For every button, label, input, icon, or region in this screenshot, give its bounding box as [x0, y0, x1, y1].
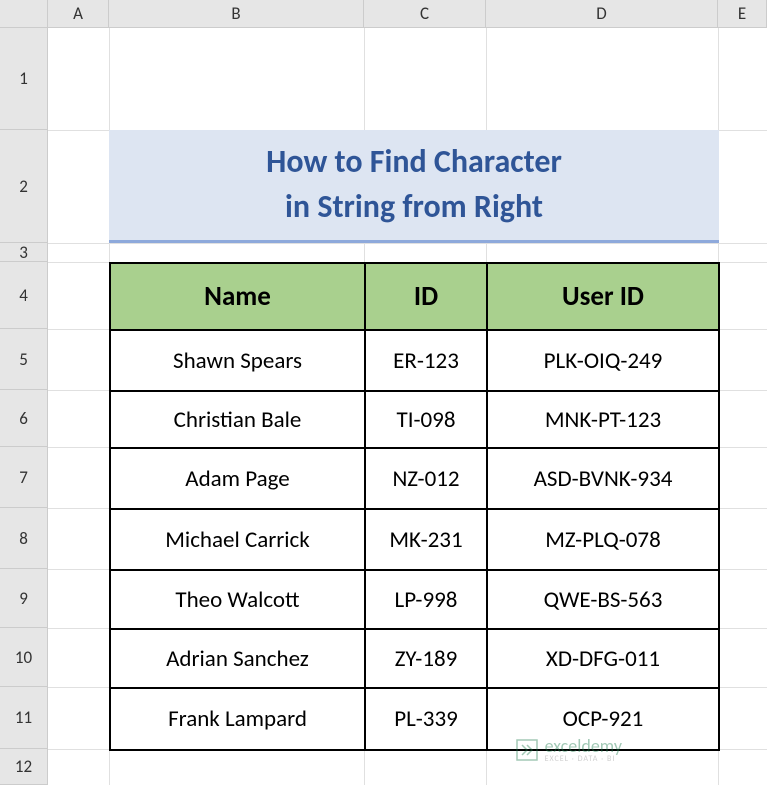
exceldemy-logo-icon: [515, 738, 539, 762]
table-row: Frank Lampard PL-339 OCP-921: [110, 688, 719, 750]
cell-id[interactable]: ER-123: [365, 330, 487, 391]
table-row: Adrian Sanchez ZY-189 XD-DFG-011: [110, 629, 719, 688]
cell-userid[interactable]: XD-DFG-011: [487, 629, 719, 688]
header-id[interactable]: ID: [365, 263, 487, 330]
title-line1: How to Find Character: [266, 142, 562, 181]
cell-id[interactable]: NZ-012: [365, 448, 487, 509]
row-header-9[interactable]: 9: [0, 569, 48, 628]
cell-id[interactable]: MK-231: [365, 509, 487, 570]
row-header-1[interactable]: 1: [0, 28, 48, 130]
table-row: Theo Walcott LP-998 QWE-BS-563: [110, 570, 719, 629]
row-header-10[interactable]: 10: [0, 628, 48, 687]
row-headers-column: 1 2 3 4 5 6 7 8 9 10 11 12: [0, 28, 48, 785]
title-cell[interactable]: How to Find Character in String from Rig…: [109, 130, 719, 243]
watermark-subtitle: EXCEL · DATA · BI: [545, 755, 622, 763]
row-header-4[interactable]: 4: [0, 262, 48, 329]
row-header-2[interactable]: 2: [0, 130, 48, 243]
data-table: Name ID User ID Shawn Spears ER-123 PLK-…: [109, 262, 720, 751]
column-header-D[interactable]: D: [486, 0, 718, 28]
header-userid[interactable]: User ID: [487, 263, 719, 330]
cell-id[interactable]: TI-098: [365, 391, 487, 448]
select-all-corner[interactable]: [0, 0, 48, 28]
cell-userid[interactable]: QWE-BS-563: [487, 570, 719, 629]
cell-userid[interactable]: ASD-BVNK-934: [487, 448, 719, 509]
watermark: exceldemy EXCEL · DATA · BI: [515, 737, 622, 763]
column-headers-row: A B C D E: [0, 0, 767, 28]
cell-id[interactable]: ZY-189: [365, 629, 487, 688]
column-header-E[interactable]: E: [718, 0, 767, 28]
row-header-12[interactable]: 12: [0, 749, 48, 785]
cell-userid[interactable]: PLK-OIQ-249: [487, 330, 719, 391]
spreadsheet-grid: A B C D E 1 2 3 4 5 6 7 8 9 10 11 12: [0, 0, 767, 785]
table-row: Michael Carrick MK-231 MZ-PLQ-078: [110, 509, 719, 570]
row-header-5[interactable]: 5: [0, 329, 48, 390]
table-row: Christian Bale TI-098 MNK-PT-123: [110, 391, 719, 448]
page-title: How to Find Character in String from Rig…: [266, 140, 562, 230]
row-header-3[interactable]: 3: [0, 243, 48, 262]
title-line2: in String from Right: [285, 187, 543, 226]
cell-name[interactable]: Frank Lampard: [110, 688, 365, 750]
cell-name[interactable]: Adam Page: [110, 448, 365, 509]
table-row: Shawn Spears ER-123 PLK-OIQ-249: [110, 330, 719, 391]
cell-userid[interactable]: MNK-PT-123: [487, 391, 719, 448]
table-header-row: Name ID User ID: [110, 263, 719, 330]
row-header-7[interactable]: 7: [0, 447, 48, 508]
cell-id[interactable]: PL-339: [365, 688, 487, 750]
cell-name[interactable]: Christian Bale: [110, 391, 365, 448]
cell-name[interactable]: Shawn Spears: [110, 330, 365, 391]
row-header-8[interactable]: 8: [0, 508, 48, 569]
table-row: Adam Page NZ-012 ASD-BVNK-934: [110, 448, 719, 509]
row-header-6[interactable]: 6: [0, 390, 48, 447]
cell-name[interactable]: Adrian Sanchez: [110, 629, 365, 688]
cell-name[interactable]: Michael Carrick: [110, 509, 365, 570]
cell-name[interactable]: Theo Walcott: [110, 570, 365, 629]
row-header-11[interactable]: 11: [0, 687, 48, 749]
column-header-A[interactable]: A: [48, 0, 109, 28]
watermark-brand: exceldemy: [545, 737, 622, 755]
cell-id[interactable]: LP-998: [365, 570, 487, 629]
cell-userid[interactable]: MZ-PLQ-078: [487, 509, 719, 570]
header-name[interactable]: Name: [110, 263, 365, 330]
watermark-text: exceldemy EXCEL · DATA · BI: [545, 737, 622, 763]
column-header-C[interactable]: C: [364, 0, 486, 28]
column-header-B[interactable]: B: [109, 0, 364, 28]
